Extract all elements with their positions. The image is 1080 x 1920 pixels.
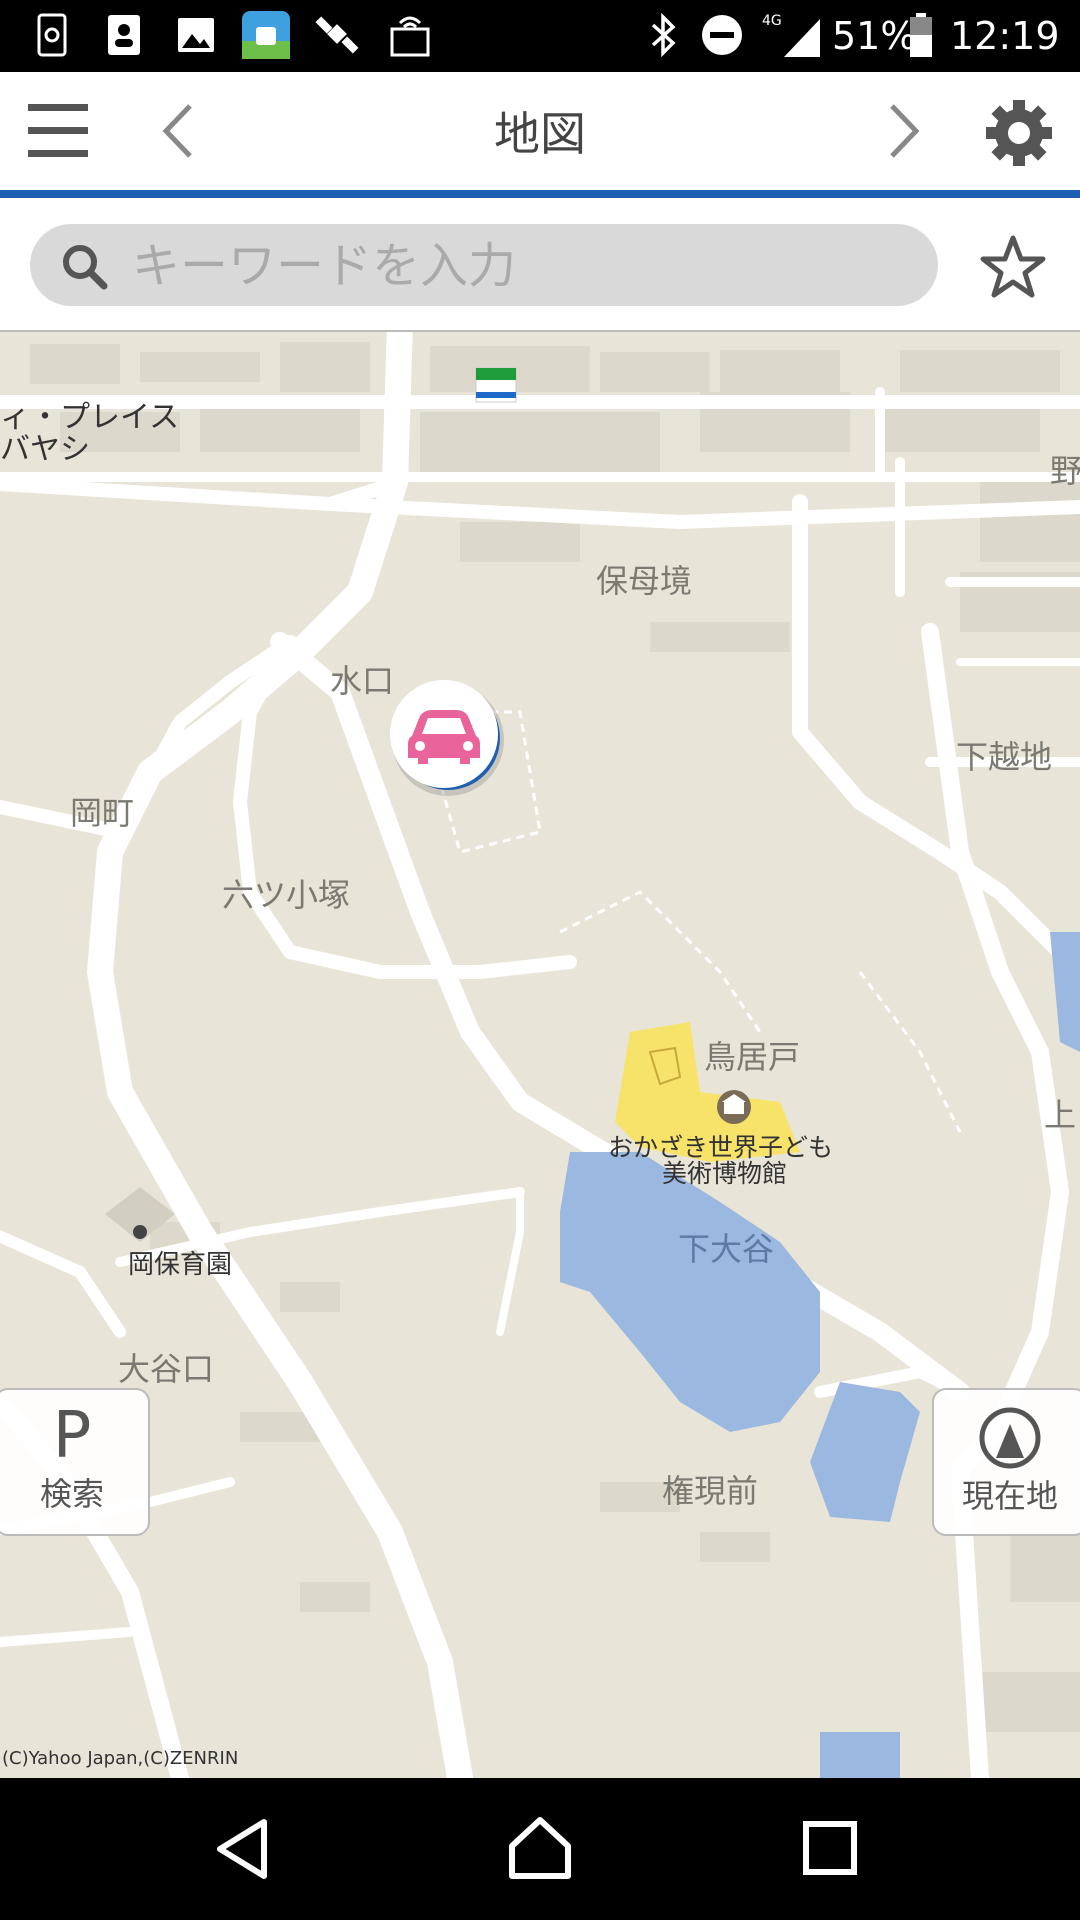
- map-view[interactable]: ィ・プレイス バヤシ 保母境 水口 岡町 六ツ小塚 下越地 鳥居戸 おかざき世界…: [0, 332, 1080, 1778]
- car-app-icon: [242, 10, 290, 60]
- map-canvas: [0, 332, 1080, 1778]
- menu-icon[interactable]: [24, 100, 94, 162]
- contacts-icon: [100, 10, 148, 60]
- map-label: 六ツ小塚: [222, 876, 351, 914]
- back-arrow-icon[interactable]: [154, 100, 204, 162]
- map-label: 下大谷: [678, 1230, 775, 1268]
- map-label: 権現前: [662, 1472, 759, 1510]
- map-label: 下越地: [956, 738, 1053, 776]
- battery-icon: [908, 10, 934, 60]
- star-icon[interactable]: [978, 232, 1048, 302]
- search-field[interactable]: [30, 224, 938, 308]
- map-label: 岡保育園: [128, 1250, 233, 1280]
- recents-nav-icon[interactable]: [800, 1818, 860, 1878]
- header-accent-line: [0, 190, 1080, 198]
- navigation-bar: [0, 1778, 1080, 1920]
- museum-label: 美術博物館: [662, 1159, 788, 1188]
- battery-percent: 51%: [832, 14, 917, 58]
- map-label: 岡町: [70, 794, 135, 832]
- car-icon: [390, 680, 504, 796]
- current-location-label: 現在地: [961, 1477, 1058, 1515]
- parking-search-button[interactable]: P 検索: [0, 1388, 150, 1536]
- parking-icon: P: [52, 1399, 92, 1473]
- map-label: 野: [1050, 452, 1080, 490]
- home-nav-icon[interactable]: [506, 1814, 574, 1882]
- car-location-pin[interactable]: [382, 674, 508, 800]
- copyright-text: (C)Yahoo Japan,(C)ZENRIN: [2, 1748, 239, 1769]
- satellite-icon: [314, 10, 362, 60]
- clock: 12:19: [950, 14, 1060, 58]
- gallery-icon: [172, 10, 220, 60]
- bluetooth-icon: [640, 10, 688, 60]
- sync-icon: [28, 10, 76, 60]
- search-input[interactable]: [130, 224, 914, 308]
- gear-icon[interactable]: [984, 98, 1054, 168]
- location-arrow-icon: [979, 1407, 1041, 1469]
- search-icon: [63, 245, 108, 290]
- parking-search-label: 検索: [39, 1475, 104, 1513]
- current-location-button[interactable]: 現在地: [932, 1388, 1080, 1536]
- map-label: バヤシ: [0, 432, 90, 467]
- back-nav-icon[interactable]: [210, 1816, 276, 1882]
- map-label: 鳥居戸: [704, 1038, 801, 1076]
- do-not-disturb-icon: [698, 10, 746, 60]
- status-bar: 4G 51% 12:19: [0, 0, 1080, 72]
- map-label: 上: [1044, 1096, 1077, 1134]
- svg-text:4G: 4G: [762, 13, 782, 29]
- forward-arrow-icon[interactable]: [878, 100, 928, 162]
- map-label: 大谷口: [118, 1350, 215, 1388]
- map-label: 保母境: [596, 562, 693, 600]
- signal-icon: 4G: [760, 10, 824, 60]
- wireless-display-icon: [386, 10, 434, 60]
